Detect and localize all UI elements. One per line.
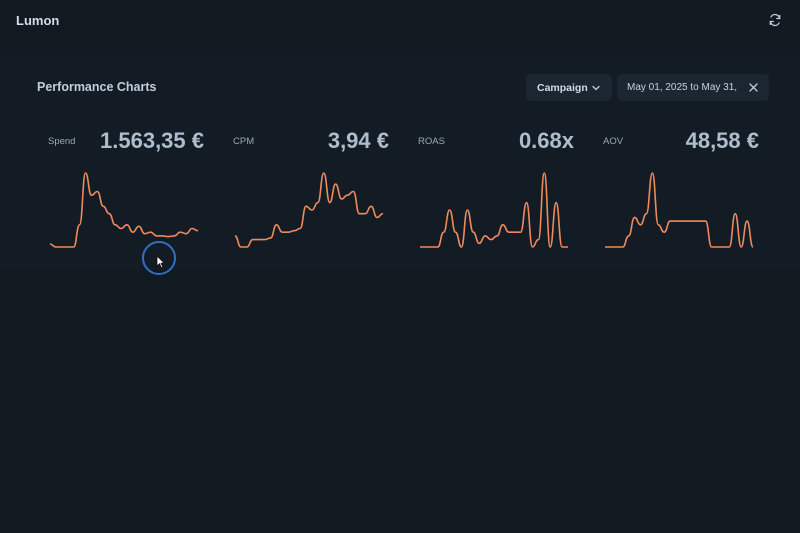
- sparkline: [49, 172, 199, 248]
- series-line: [605, 172, 754, 248]
- metric-value: 1.563,35 €: [100, 128, 204, 153]
- metric-value: 48,58 €: [685, 128, 759, 153]
- metric-label: Spend: [48, 136, 76, 147]
- metric-value: 3,94 €: [327, 128, 389, 153]
- series-line: [234, 172, 384, 248]
- campaign-dropdown[interactable]: Campaign: [526, 74, 612, 101]
- metric-roas: ROAS 0.68x: [414, 125, 574, 255]
- app-title: Lumon: [16, 13, 60, 28]
- metric-aov: AOV 48,58 €: [599, 125, 759, 255]
- date-range-input[interactable]: May 01, 2025 to May 31, 2025: [617, 74, 769, 101]
- metric-label: AOV: [603, 136, 624, 147]
- sparkline: [420, 172, 568, 248]
- campaign-label: Campaign: [537, 82, 588, 94]
- chevron-down-icon: [592, 85, 600, 91]
- mouse-pointer-icon: [156, 255, 166, 269]
- date-range-value: May 01, 2025 to May 31, 2025: [627, 82, 739, 93]
- metric-cpm: CPM 3,94 €: [229, 125, 389, 255]
- series-line: [420, 172, 568, 248]
- sparkline: [234, 172, 384, 248]
- metric-spend: Spend 1.563,35 €: [44, 125, 204, 255]
- series-line: [49, 172, 199, 248]
- metric-value: 0.68x: [518, 128, 574, 153]
- refresh-icon[interactable]: [768, 13, 782, 27]
- sparkline: [605, 172, 754, 248]
- panel-title: Performance Charts: [37, 80, 157, 94]
- close-icon[interactable]: [748, 82, 759, 93]
- metric-label: ROAS: [418, 136, 445, 147]
- metric-label: CPM: [233, 136, 255, 147]
- top-bar: Lumon: [0, 0, 800, 40]
